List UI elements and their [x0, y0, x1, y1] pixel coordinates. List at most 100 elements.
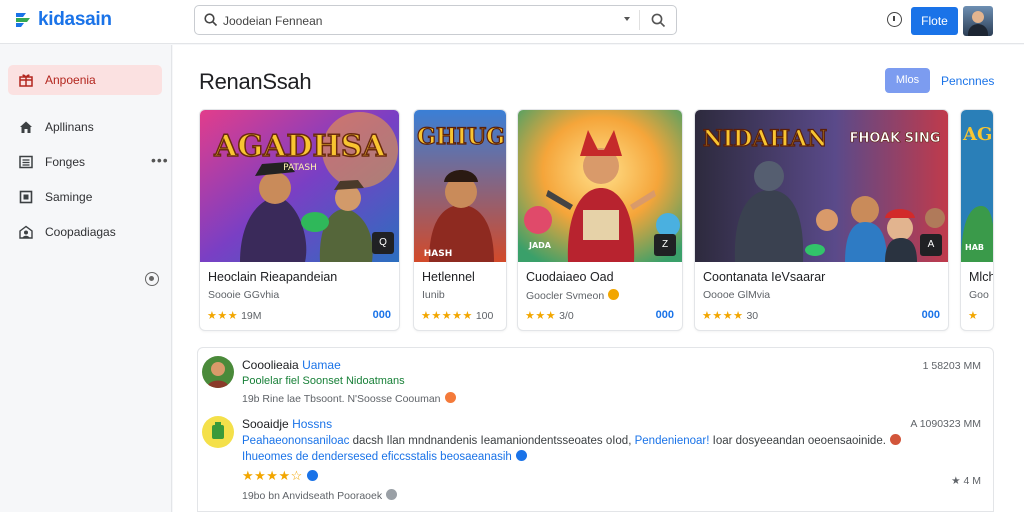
- review-body-end: Ioar dosyeeandan oeoensaoinide.: [712, 435, 886, 447]
- top-bar: kidasain Flote: [0, 0, 1024, 44]
- reviewer-name: Sooaidje Hossns: [242, 417, 332, 431]
- reviewer-avatar[interactable]: [202, 416, 234, 448]
- card-rating: ★★★ 19M: [207, 309, 262, 322]
- user-avatar[interactable]: [963, 6, 993, 36]
- card-price[interactable]: 000: [373, 309, 391, 321]
- page-title: RenanSsah: [199, 69, 312, 94]
- search-input[interactable]: [223, 11, 603, 31]
- home-icon: [20, 121, 32, 133]
- card-title: Heoclain Rieapandeian: [208, 270, 338, 284]
- rating-count: 19M: [241, 310, 262, 322]
- card-price[interactable]: 000: [656, 309, 674, 321]
- card-rating: ★: [968, 309, 978, 322]
- cover-subtitle: FHOAK SING: [850, 131, 941, 146]
- review-time: A 1090323 MM: [910, 418, 981, 430]
- more-icon[interactable]: •••: [151, 152, 169, 168]
- sidebar-item-label: Anpoenia: [45, 73, 96, 87]
- info-icon: [386, 489, 398, 500]
- game-cover-image: NIDAHAN FHOAK SING A: [695, 110, 948, 262]
- game-cover-image: GHIUG HASH: [414, 110, 506, 262]
- search-bar[interactable]: [194, 5, 677, 35]
- cover-title: AGADHSA: [213, 129, 386, 164]
- sidebar-item-coopadiagas[interactable]: Coopadiagas: [8, 217, 162, 247]
- card-badge: A: [920, 234, 942, 256]
- rating-count: 100: [475, 310, 494, 322]
- cover-title: AG: [962, 124, 992, 145]
- list-icon: [19, 155, 33, 169]
- view-all-link[interactable]: Pencnnes: [941, 74, 994, 88]
- card-rating: ★★★ 3/0: [525, 309, 574, 322]
- square-icon: [19, 190, 33, 204]
- game-card[interactable]: GHIUG HASH Hetlennel Iunib ★★★★★ 100: [413, 109, 507, 331]
- app-logo[interactable]: kidasain: [14, 9, 112, 31]
- game-card[interactable]: AG HAB Mlch Goo ★: [960, 109, 994, 331]
- sidebar-item-label: Fonges: [45, 155, 86, 169]
- card-title: Mlch: [969, 270, 994, 284]
- rating-count: 30: [746, 310, 759, 322]
- thumb-icon[interactable]: [306, 470, 318, 481]
- review-body: Peahaeononsaniloac dacsh Ilan mndnandeni…: [242, 434, 901, 447]
- game-cover-image: AGADHSA PATASH Q: [200, 110, 399, 262]
- rating-stars: ★★★★: [702, 310, 744, 322]
- rating-stars: ★★★: [207, 310, 239, 322]
- cover-subtitle: HASH: [424, 249, 453, 259]
- sidebar-item-apllinans[interactable]: Apllinans: [8, 112, 162, 142]
- search-divider: [639, 10, 640, 30]
- reviewer-name-text: Sooaidje: [242, 417, 289, 431]
- app-name: kidasain: [38, 9, 112, 30]
- chevron-down-icon[interactable]: [624, 17, 630, 21]
- game-cover-image: JADA Z: [518, 110, 682, 262]
- review-highlight: Poolelar fiel Soonset Nidoatmans: [242, 375, 405, 387]
- badge-icon: [444, 392, 456, 403]
- logo-icon: [16, 13, 30, 27]
- card-rating: ★★★★ 30: [702, 309, 758, 322]
- review-body2-text: Ihueomes de dendersesed eficcsstalis beo…: [242, 451, 512, 463]
- card-subtitle: Goocler Svmeon: [526, 289, 620, 302]
- cover-title: GHIUG: [417, 124, 505, 150]
- reviewer-link[interactable]: Hossns: [292, 417, 332, 431]
- reviewer-name: Cooolieaia Uamae: [242, 358, 341, 372]
- sidebar: Anpoenia Apllinans Fonges ••• Saminge Co…: [0, 45, 172, 512]
- card-subtitle: Ooooe GlMvia: [703, 289, 771, 301]
- cover-subtitle: PATASH: [283, 163, 317, 173]
- card-subtitle-text: Goocler Svmeon: [526, 290, 605, 302]
- game-cover-image: AG HAB: [961, 110, 993, 262]
- reviewer-avatar[interactable]: [202, 356, 234, 388]
- account-icon: [19, 225, 33, 239]
- game-card[interactable]: JADA Z Cuodaiaeo Oad Goocler Svmeon ★★★ 3…: [517, 109, 683, 331]
- review-meta: 19bo bn Anvidseath Pooraoek: [242, 489, 398, 502]
- card-subtitle: Iunib: [422, 289, 445, 301]
- sidebar-item-anpoenia[interactable]: Anpoenia: [8, 65, 162, 95]
- review-helpful[interactable]: ★ 4 M: [951, 475, 981, 487]
- card-subtitle: Goo: [969, 289, 989, 301]
- search-submit-icon[interactable]: [651, 13, 666, 28]
- review-meta-text: 19bo bn Anvidseath Pooraoek: [242, 490, 383, 502]
- rating-stars: ★★★★☆: [242, 468, 303, 483]
- review-body-start: Peahaeononsaniloac: [242, 435, 350, 447]
- badge-icon: [889, 434, 901, 445]
- card-price[interactable]: 000: [922, 309, 940, 321]
- search-icon: [204, 13, 218, 27]
- review-body-mid: dacsh Ilan mndnandenis Ieamaniondentsseo…: [352, 435, 632, 447]
- review-stars: ★★★★☆: [242, 468, 318, 484]
- game-card[interactable]: AGADHSA PATASH Q Heoclain Rieapandeian S…: [199, 109, 400, 331]
- review-meta: 19b Rine lae Tbsoont. N'Soosse Coouman: [242, 392, 456, 405]
- game-card[interactable]: NIDAHAN FHOAK SING A Coontanata IeVsaara…: [694, 109, 949, 331]
- sidebar-item-label: Coopadiagas: [45, 225, 116, 239]
- rating-stars: ★★★★★: [421, 310, 473, 322]
- sidebar-item-label: Saminge: [45, 190, 93, 204]
- review-body-second-line: Ihueomes de dendersesed eficcsstalis beo…: [242, 450, 527, 463]
- review-time: 1 58203 MM: [922, 360, 981, 372]
- verified-icon: [515, 450, 527, 461]
- sidebar-item-fonges[interactable]: Fonges •••: [8, 147, 168, 177]
- radio-icon[interactable]: [145, 272, 159, 286]
- review-body-link[interactable]: Pendenienoar!: [635, 435, 710, 447]
- sidebar-item-saminge[interactable]: Saminge: [8, 182, 162, 212]
- reviews-panel: Cooolieaia Uamae 1 58203 MM Poolelar fie…: [197, 347, 994, 512]
- reviewer-name-text: Cooolieaia: [242, 358, 299, 372]
- primary-action-button[interactable]: Flote: [911, 7, 958, 35]
- reviewer-link[interactable]: Uamae: [302, 358, 341, 372]
- info-icon[interactable]: [887, 12, 902, 27]
- rating-stars: ★: [968, 310, 979, 322]
- more-chip-button[interactable]: Mlos: [885, 68, 930, 93]
